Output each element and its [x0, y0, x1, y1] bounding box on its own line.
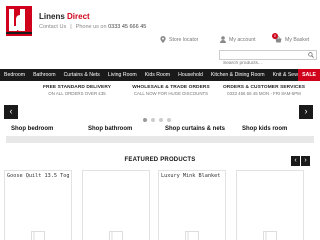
store-locator-label: Store locator — [169, 36, 199, 43]
shop-category-links: Shop bedroom Shop bathroom Shop curtains… — [6, 126, 314, 136]
nav-item-kitchen-dining[interactable]: Kitchen & Dining Room — [207, 69, 269, 81]
promo-customer-services[interactable]: ORDERS & CUSTOMER SERVICES 0333 456 66 4… — [214, 85, 314, 96]
my-basket-link[interactable]: 0 My Basket — [272, 33, 310, 43]
promo-wholesale[interactable]: WHOLESALE & TRADE ORDERS CALL NOW FOR HU… — [125, 85, 217, 96]
contact-us-link[interactable]: Contact Us — [39, 24, 66, 30]
location-pin-icon — [160, 36, 166, 43]
shop-kids-room-link[interactable]: Shop kids room — [237, 126, 314, 136]
chevron-left-icon: ‹ — [294, 157, 297, 164]
search-icon[interactable] — [308, 52, 314, 58]
basket-icon-wrap: 0 — [272, 33, 282, 43]
linens-direct-logo[interactable] — [6, 6, 32, 36]
slider-dot[interactable] — [167, 118, 171, 122]
nav-item-bathroom[interactable]: Bathroom — [29, 69, 60, 81]
brand-name-part1: Linens — [39, 12, 65, 21]
my-basket-label: My Basket — [285, 36, 310, 43]
product-card[interactable] — [236, 170, 304, 240]
featured-next-button[interactable]: › — [301, 156, 310, 166]
image-placeholder-icon — [263, 231, 277, 240]
main-nav: Bedroom Bathroom Curtains & Nets Living … — [0, 69, 320, 81]
my-account-label: My account — [229, 36, 256, 43]
image-placeholder-icon — [31, 231, 45, 240]
product-name[interactable] — [83, 171, 149, 173]
search-input[interactable] — [220, 59, 300, 68]
nav-item-bedroom[interactable]: Bedroom — [0, 69, 29, 81]
phone-number[interactable]: 0333 45 666 45 — [108, 24, 146, 30]
nav-item-sale[interactable]: SALE — [298, 69, 320, 81]
my-account-link[interactable]: My account — [220, 36, 256, 43]
slider-dot[interactable] — [151, 118, 155, 122]
nav-item-knit-sew[interactable]: Knit & Sew — [269, 69, 302, 81]
image-placeholder-icon — [109, 231, 123, 240]
slider-dot[interactable] — [159, 118, 163, 122]
shop-curtains-nets-link[interactable]: Shop curtains & nets — [160, 126, 237, 136]
promo-subtitle: CALL NOW FOR HUGE DISCOUNTS — [133, 91, 209, 96]
promo-subtitle: ON ALL ORDERS OVER £35 — [48, 91, 106, 96]
slider-next-button[interactable]: › — [299, 105, 313, 119]
promo-subtitle: 0333 456 66 45 MON - FRI 8AM-5PM — [227, 91, 301, 96]
contact-row: Contact Us | Phone us on 0333 45 666 45 — [39, 24, 146, 30]
promo-title: WHOLESALE & TRADE ORDERS — [132, 85, 210, 90]
chevron-right-icon: › — [304, 157, 307, 164]
nav-item-kids-room[interactable]: Kids Room — [141, 69, 174, 81]
chevron-left-icon: ‹ — [9, 106, 13, 116]
nav-item-household[interactable]: Household — [174, 69, 207, 81]
product-name[interactable]: Luxury Mink Blanket — [159, 171, 225, 179]
nav-item-curtains-nets[interactable]: Curtains & Nets — [60, 69, 104, 81]
nav-item-living-room[interactable]: Living Room — [104, 69, 141, 81]
brand-name[interactable]: Linens Direct — [39, 12, 90, 21]
product-name[interactable] — [237, 171, 303, 173]
promo-title: ORDERS & CUSTOMER SERVICES — [222, 85, 306, 90]
image-placeholder-icon — [185, 231, 199, 240]
slider-dots — [143, 118, 171, 122]
separator: | — [70, 24, 72, 30]
chevron-right-icon: › — [304, 106, 308, 116]
slider-prev-button[interactable]: ‹ — [4, 105, 18, 119]
basket-count-badge: 0 — [272, 33, 278, 39]
featured-prev-button[interactable]: ‹ — [291, 156, 300, 166]
user-icon — [220, 36, 226, 43]
store-locator-link[interactable]: Store locator — [160, 36, 198, 43]
shop-bedroom-link[interactable]: Shop bedroom — [6, 126, 83, 136]
brand-name-part2: Direct — [67, 12, 90, 21]
product-card[interactable]: Goose Quilt 13.5 Tog — [4, 170, 72, 240]
product-name[interactable]: Goose Quilt 13.5 Tog — [5, 171, 71, 179]
product-card[interactable] — [82, 170, 150, 240]
page: Linens Direct Contact Us | Phone us on 033… — [0, 0, 320, 240]
featured-products-title: FEATURED PRODUCTS — [124, 157, 196, 163]
promo-free-delivery[interactable]: FREE STANDARD DELIVERY ON ALL ORDERS OVE… — [32, 85, 122, 96]
product-card[interactable]: Luxury Mink Blanket — [158, 170, 226, 240]
search-box — [219, 50, 317, 68]
promo-strip: FREE STANDARD DELIVERY ON ALL ORDERS OVE… — [0, 85, 320, 103]
promo-title: FREE STANDARD DELIVERY — [42, 85, 112, 90]
slider-dot[interactable] — [143, 118, 147, 122]
phone-label: Phone us on — [75, 24, 107, 30]
category-bar — [6, 136, 314, 143]
shop-bathroom-link[interactable]: Shop bathroom — [83, 126, 160, 136]
